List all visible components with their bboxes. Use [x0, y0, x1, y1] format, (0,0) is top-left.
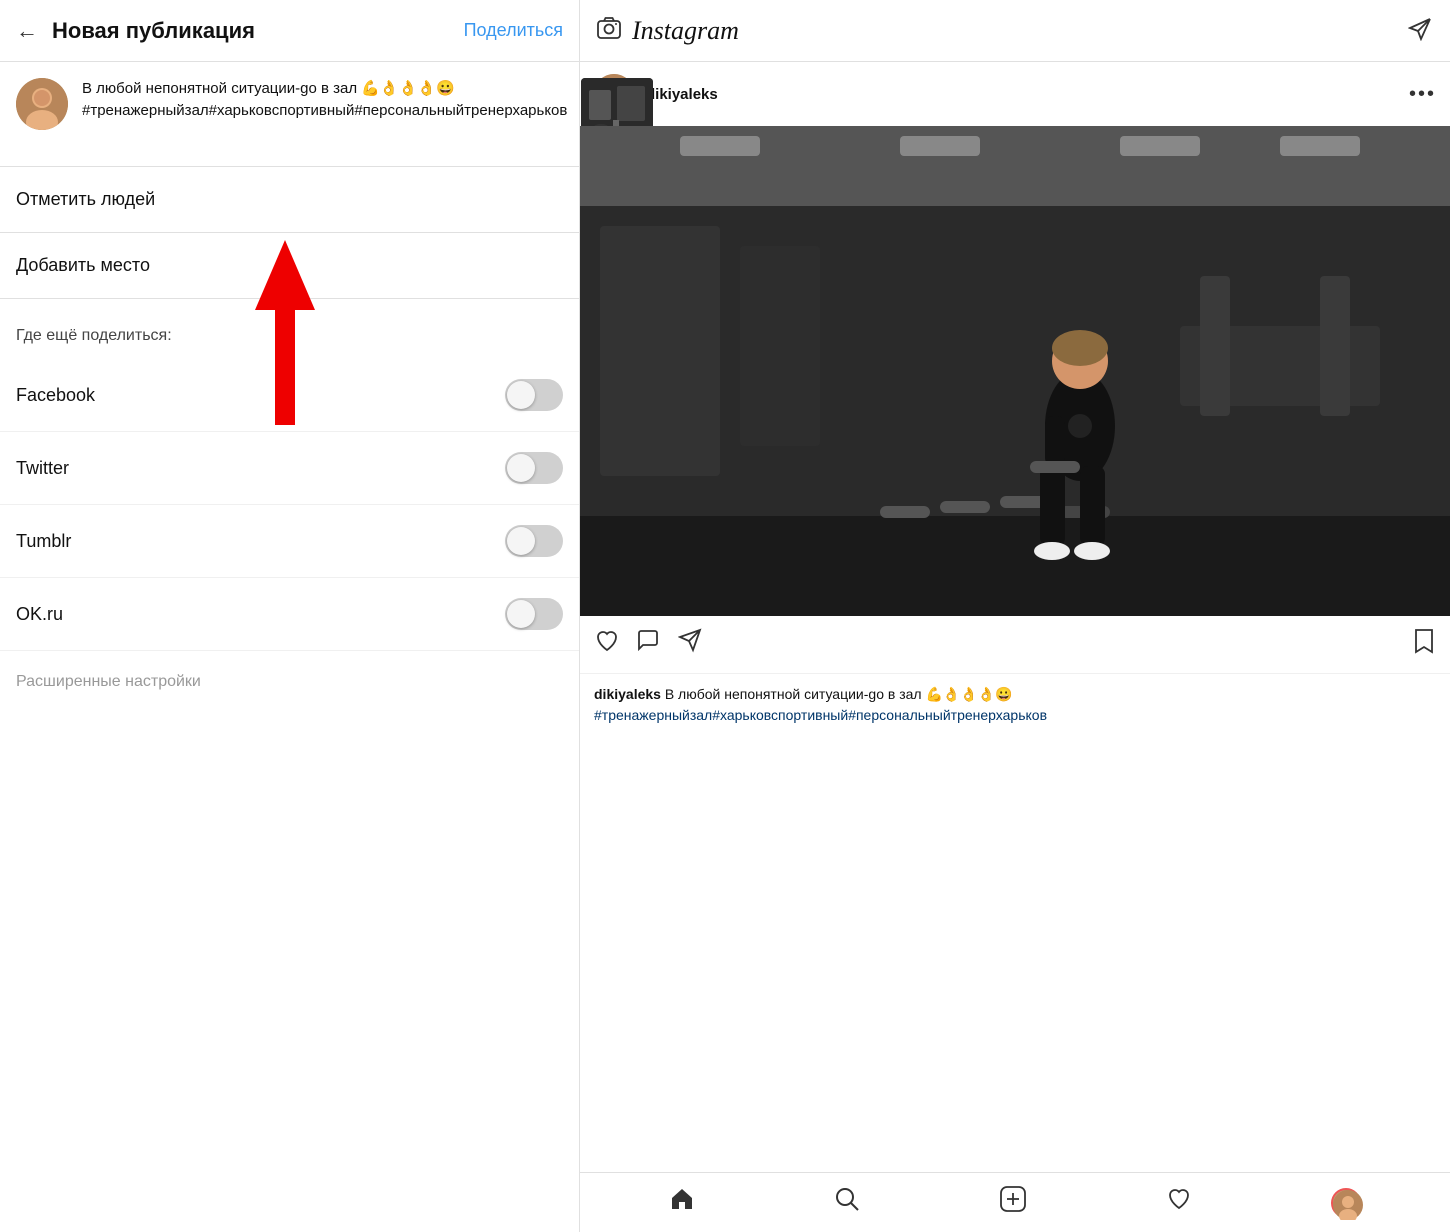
share-section-title: Где ещё поделиться: [0, 299, 579, 359]
nav-home-icon[interactable] [669, 1186, 695, 1219]
ig-username[interactable]: dikiyaleks [646, 86, 1397, 103]
tag-people-item[interactable]: Отметить людей [0, 167, 579, 233]
action-icons-group [594, 628, 1412, 661]
tag-people-label: Отметить людей [16, 189, 155, 210]
page-title: Новая публикация [52, 18, 464, 44]
instagram-logo-area: Instagram [596, 15, 739, 47]
tumblr-toggle[interactable] [505, 525, 563, 557]
nav-add-icon[interactable] [999, 1185, 1027, 1220]
okru-toggle[interactable] [505, 598, 563, 630]
okru-toggle-knob [507, 600, 535, 628]
avatar-image [16, 78, 68, 130]
tumblr-toggle-knob [507, 527, 535, 555]
avatar [16, 78, 68, 130]
camera-icon [596, 15, 622, 47]
ig-post-image [580, 126, 1450, 616]
comment-icon[interactable] [636, 628, 662, 661]
tumblr-toggle-row: Tumblr [0, 505, 579, 578]
instagram-panel: Instagram dikiyaleks ••• [580, 0, 1450, 1232]
facebook-label: Facebook [16, 385, 95, 406]
advanced-settings-link[interactable]: Расширенные настройки [0, 651, 579, 713]
more-options-button[interactable]: ••• [1409, 83, 1436, 106]
twitter-toggle-row: Twitter [0, 432, 579, 505]
okru-toggle-row: OK.ru [0, 578, 579, 651]
instagram-header: Instagram [580, 0, 1450, 62]
share-button[interactable]: Поделиться [464, 20, 563, 41]
add-location-item[interactable]: Добавить место [0, 233, 579, 299]
instagram-logo-text: Instagram [632, 16, 739, 46]
send-icon[interactable] [1408, 15, 1434, 47]
facebook-toggle-knob [507, 381, 535, 409]
ig-post-caption: dikiyaleks В любой непонятной ситуации-g… [580, 674, 1450, 738]
ig-post-header: dikiyaleks ••• [580, 62, 1450, 126]
facebook-toggle-row: Facebook [0, 359, 579, 432]
twitter-label: Twitter [16, 458, 69, 479]
caption-username[interactable]: dikiyaleks [594, 686, 661, 702]
share-icon[interactable] [678, 628, 704, 661]
add-location-label: Добавить место [16, 255, 150, 276]
instagram-bottom-nav [580, 1172, 1450, 1232]
post-preview: В любой непонятной ситуации-go в зал 💪👌👌… [0, 62, 579, 167]
caption-body: В любой непонятной ситуации-go в зал 💪👌👌… [665, 686, 1013, 702]
twitter-toggle[interactable] [505, 452, 563, 484]
twitter-toggle-knob [507, 454, 535, 482]
tumblr-label: Tumblr [16, 531, 71, 552]
okru-label: OK.ru [16, 604, 63, 625]
nav-profile-avatar[interactable] [1331, 1188, 1361, 1218]
facebook-toggle[interactable] [505, 379, 563, 411]
new-post-header: ← Новая публикация Поделиться [0, 0, 579, 62]
caption-hashtags: #тренажерныйзал#харьковспортивный#персон… [594, 707, 1047, 723]
nav-heart-icon[interactable] [1166, 1186, 1192, 1219]
like-icon[interactable] [594, 628, 620, 661]
ig-post-actions [580, 616, 1450, 674]
post-caption-text: В любой непонятной ситуации-go в зал 💪👌👌… [82, 78, 567, 122]
nav-search-icon[interactable] [834, 1186, 860, 1219]
bookmark-icon[interactable] [1412, 628, 1436, 661]
back-button[interactable]: ← [16, 18, 38, 44]
